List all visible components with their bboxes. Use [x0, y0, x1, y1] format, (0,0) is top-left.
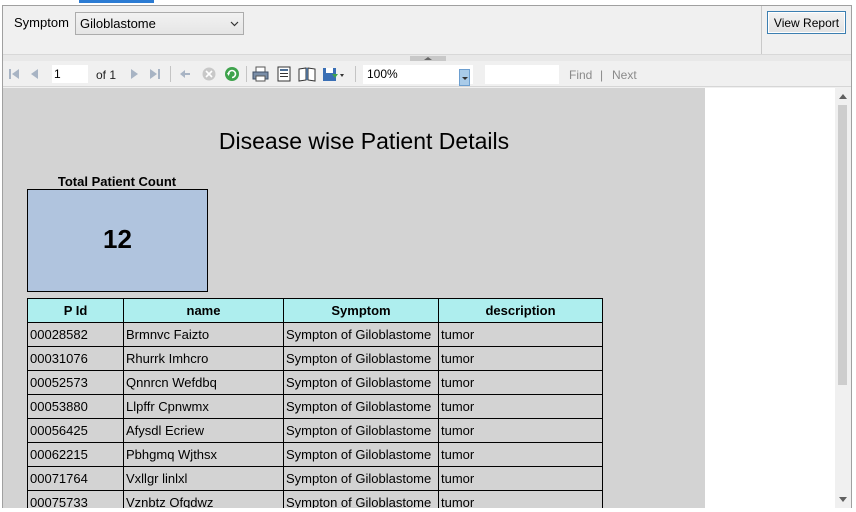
symptom-dropdown[interactable]: Giloblastome [75, 12, 244, 35]
report-toolbar: 1 of 1 100% Find | Next [3, 61, 851, 87]
column-header-name: name [123, 298, 284, 323]
page-number-input[interactable]: 1 [51, 64, 89, 84]
table-row: 00052573 Qnnrcn Wefdbq Sympton of Gilobl… [27, 370, 603, 395]
cell-symptom: Sympton of Giloblastome [283, 370, 439, 395]
view-report-button[interactable]: View Report [767, 11, 846, 34]
stop-icon[interactable] [201, 65, 217, 83]
toolbar-separator [246, 66, 247, 82]
cell-description: tumor [438, 370, 603, 395]
refresh-icon[interactable] [224, 65, 240, 83]
table-row: 00056425 Afysdl Ecriew Sympton of Gilobl… [27, 418, 603, 443]
page-setup-icon[interactable] [298, 65, 316, 83]
table-row: 00075733 Vznbtz Ofqdwz Sympton of Gilobl… [27, 490, 603, 508]
cell-name: Pbhgmq Wjthsx [123, 442, 284, 467]
report-viewer: Symptom Giloblastome View Report 1 of 1 [2, 5, 852, 508]
next-link[interactable]: Next [612, 68, 637, 82]
top-accent-bar [79, 0, 154, 3]
cell-description: tumor [438, 322, 603, 347]
scroll-up-icon[interactable] [839, 94, 847, 99]
previous-page-icon[interactable] [29, 65, 41, 83]
cell-symptom: Sympton of Giloblastome [283, 394, 439, 419]
table-row: 00028582 Brmnvc Faizto Sympton of Gilobl… [27, 322, 603, 347]
last-page-icon[interactable] [148, 65, 162, 83]
symptom-label: Symptom [14, 15, 69, 30]
cell-symptom: Sympton of Giloblastome [283, 490, 439, 508]
table-row: 00071764 Vxllgr linlxl Sympton of Gilobl… [27, 466, 603, 491]
cell-symptom: Sympton of Giloblastome [283, 466, 439, 491]
table-header-row: P Id name Symptom description [27, 298, 603, 323]
scrollbar-thumb[interactable] [838, 105, 847, 385]
report-margin-area [705, 88, 835, 508]
report-title: Disease wise Patient Details [218, 128, 510, 154]
cell-name: Vxllgr linlxl [123, 466, 284, 491]
toolbar-separator [170, 66, 171, 82]
parameter-splitter[interactable] [3, 54, 851, 61]
cell-description: tumor [438, 346, 603, 371]
cell-symptom: Sympton of Giloblastome [283, 442, 439, 467]
cell-pid: 00052573 [27, 370, 124, 395]
zoom-dropdown-arrow-icon[interactable] [459, 69, 470, 86]
zoom-dropdown[interactable]: 100% [363, 65, 473, 84]
table-row: 00053880 Llpffr Cpnwmx Sympton of Gilobl… [27, 394, 603, 419]
print-icon[interactable] [252, 65, 269, 83]
cell-symptom: Sympton of Giloblastome [283, 322, 439, 347]
print-layout-icon[interactable] [276, 65, 292, 83]
cell-pid: 00053880 [27, 394, 124, 419]
cell-description: tumor [438, 394, 603, 419]
parameter-area: Symptom Giloblastome [3, 6, 762, 54]
first-page-icon[interactable] [7, 65, 21, 83]
total-count-label: Total Patient Count [57, 174, 177, 189]
next-page-icon[interactable] [128, 65, 140, 83]
cell-pid: 00056425 [27, 418, 124, 443]
cell-name: Brmnvc Faizto [123, 322, 284, 347]
cell-name: Rhurrk Imhcro [123, 346, 284, 371]
patient-table: P Id name Symptom description 00028582 B… [27, 298, 603, 508]
cell-name: Afysdl Ecriew [123, 418, 284, 443]
cell-description: tumor [438, 490, 603, 508]
cell-pid: 00062215 [27, 442, 124, 467]
back-icon[interactable] [178, 65, 192, 83]
page-count-label: of 1 [96, 68, 117, 82]
cell-description: tumor [438, 442, 603, 467]
cell-name: Vznbtz Ofqdwz [123, 490, 284, 508]
symptom-value: Giloblastome [80, 16, 156, 31]
cell-pid: 00071764 [27, 466, 124, 491]
find-link[interactable]: Find [569, 68, 592, 82]
cell-name: Llpffr Cpnwmx [123, 394, 284, 419]
table-row: 00062215 Pbhgmq Wjthsx Sympton of Gilobl… [27, 442, 603, 467]
find-separator: | [600, 68, 604, 82]
scroll-down-icon[interactable] [839, 497, 847, 502]
vertical-scrollbar[interactable] [835, 88, 851, 508]
cell-pid: 00075733 [27, 490, 124, 508]
export-icon[interactable] [322, 65, 346, 83]
cell-pid: 00028582 [27, 322, 124, 347]
cell-description: tumor [438, 466, 603, 491]
chevron-down-icon [230, 21, 239, 27]
column-header-symptom: Symptom [283, 298, 439, 323]
cell-symptom: Sympton of Giloblastome [283, 346, 439, 371]
find-input[interactable] [485, 65, 559, 84]
column-header-description: description [438, 298, 603, 323]
cell-name: Qnnrcn Wefdbq [123, 370, 284, 395]
report-canvas: Disease wise Patient Details Total Patie… [3, 88, 705, 508]
cell-pid: 00031076 [27, 346, 124, 371]
column-header-pid: P Id [27, 298, 124, 323]
cell-symptom: Sympton of Giloblastome [283, 418, 439, 443]
cell-description: tumor [438, 418, 603, 443]
table-row: 00031076 Rhurrk Imhcro Sympton of Gilobl… [27, 346, 603, 371]
total-count-box: 12 [27, 189, 208, 292]
toolbar-separator [355, 66, 356, 82]
